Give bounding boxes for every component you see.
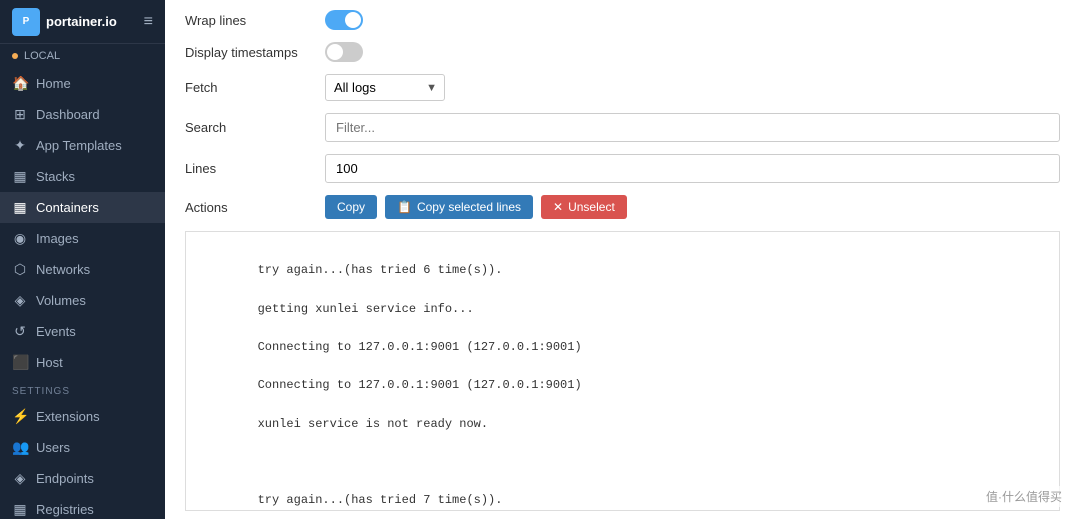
copy-selected-label: Copy selected lines <box>417 200 521 214</box>
fetch-control: All logs Last 100 Last 500 ▼ <box>325 74 1060 101</box>
log-line-2: getting xunlei service info... <box>258 302 474 316</box>
sidebar-item-registries-label: Registries <box>36 502 94 517</box>
wrap-lines-label: Wrap lines <box>185 13 325 28</box>
log-content: try again...(has tried 6 time(s)). getti… <box>186 232 1059 511</box>
wrap-lines-control <box>325 10 1060 30</box>
actions-group: Copy 📋 Copy selected lines ✕ Unselect <box>325 195 1060 219</box>
unselect-button[interactable]: ✕ Unselect <box>541 195 627 219</box>
users-icon: 👥 <box>12 439 28 456</box>
watermark: 值·什么值得买 <box>980 486 1068 507</box>
extensions-icon: ⚡ <box>12 408 28 425</box>
log-container[interactable]: try again...(has tried 6 time(s)). getti… <box>185 231 1060 511</box>
display-timestamps-control <box>325 42 1060 62</box>
search-row: Search <box>185 113 1060 142</box>
sidebar-item-app-templates-label: App Templates <box>36 138 122 153</box>
copy-selected-button[interactable]: 📋 Copy selected lines <box>385 195 533 219</box>
sidebar-item-images[interactable]: ◉ Images <box>0 223 165 254</box>
actions-control: Copy 📋 Copy selected lines ✕ Unselect <box>325 195 1060 219</box>
display-timestamps-label: Display timestamps <box>185 45 325 60</box>
display-timestamps-row: Display timestamps <box>185 42 1060 62</box>
local-dot <box>12 53 18 59</box>
lines-row: Lines <box>185 154 1060 183</box>
copy-button[interactable]: Copy <box>325 195 377 219</box>
sidebar-item-home-label: Home <box>36 76 71 91</box>
sidebar-logo: P portainer.io ≡ <box>0 0 165 44</box>
sidebar-item-stacks[interactable]: ▦ Stacks <box>0 161 165 192</box>
fetch-select-wrapper: All logs Last 100 Last 500 ▼ <box>325 74 445 101</box>
fetch-select[interactable]: All logs Last 100 Last 500 <box>325 74 445 101</box>
log-line-3: Connecting to 127.0.0.1:9001 (127.0.0.1:… <box>258 340 582 354</box>
fetch-row: Fetch All logs Last 100 Last 500 ▼ <box>185 74 1060 101</box>
sidebar-item-users[interactable]: 👥 Users <box>0 432 165 463</box>
local-label: LOCAL <box>24 50 60 62</box>
sidebar-item-volumes[interactable]: ◈ Volumes <box>0 285 165 316</box>
log-line-4: Connecting to 127.0.0.1:9001 (127.0.0.1:… <box>258 378 582 392</box>
sidebar-item-host[interactable]: ⬛ Host <box>0 347 165 378</box>
wrap-lines-toggle[interactable] <box>325 10 363 30</box>
images-icon: ◉ <box>12 230 28 247</box>
sidebar-item-home[interactable]: 🏠 Home <box>0 68 165 99</box>
sidebar-item-containers-label: Containers <box>36 200 99 215</box>
stacks-icon: ▦ <box>12 168 28 185</box>
sidebar-item-dashboard-label: Dashboard <box>36 107 100 122</box>
display-timestamps-toggle[interactable] <box>325 42 363 62</box>
content-area: Wrap lines Display timestamps Fetch All … <box>165 0 1080 519</box>
sidebar-item-stacks-label: Stacks <box>36 169 75 184</box>
app-templates-icon: ✦ <box>12 137 28 154</box>
containers-icon: ▦ <box>12 199 28 216</box>
sidebar-item-users-label: Users <box>36 440 70 455</box>
sidebar-item-volumes-label: Volumes <box>36 293 86 308</box>
unselect-icon: ✕ <box>553 200 563 214</box>
sidebar-item-containers[interactable]: ▦ Containers <box>0 192 165 223</box>
events-icon: ↺ <box>12 323 28 340</box>
wrap-lines-row: Wrap lines <box>185 10 1060 30</box>
sidebar-item-endpoints[interactable]: ◈ Endpoints <box>0 463 165 494</box>
search-control <box>325 113 1060 142</box>
volumes-icon: ◈ <box>12 292 28 309</box>
endpoints-icon: ◈ <box>12 470 28 487</box>
sidebar-item-networks-label: Networks <box>36 262 90 277</box>
copy-selected-icon: 📋 <box>397 200 412 214</box>
sidebar-item-app-templates[interactable]: ✦ App Templates <box>0 130 165 161</box>
home-icon: 🏠 <box>12 75 28 92</box>
sidebar-item-extensions-label: Extensions <box>36 409 100 424</box>
sidebar-item-extensions[interactable]: ⚡ Extensions <box>0 401 165 432</box>
local-section-header: LOCAL <box>0 44 165 68</box>
lines-input[interactable] <box>325 154 1060 183</box>
sidebar-logo-text: portainer.io <box>46 14 117 29</box>
unselect-label: Unselect <box>568 200 615 214</box>
sidebar-item-networks[interactable]: ⬡ Networks <box>0 254 165 285</box>
dashboard-icon: ⊞ <box>12 106 28 123</box>
log-line-1: try again...(has tried 6 time(s)). <box>258 263 503 277</box>
lines-label: Lines <box>185 161 325 176</box>
settings-section-label: SETTINGS <box>0 378 165 401</box>
log-line-7: try again...(has tried 7 time(s)). <box>258 493 503 507</box>
sidebar-item-registries[interactable]: ▦ Registries <box>0 494 165 519</box>
sidebar-nav-toggle[interactable]: ≡ <box>144 13 153 31</box>
search-label: Search <box>185 120 325 135</box>
actions-label: Actions <box>185 200 325 215</box>
sidebar-item-events-label: Events <box>36 324 76 339</box>
sidebar-item-images-label: Images <box>36 231 79 246</box>
networks-icon: ⬡ <box>12 261 28 278</box>
fetch-label: Fetch <box>185 80 325 95</box>
search-input[interactable] <box>325 113 1060 142</box>
main-content: Wrap lines Display timestamps Fetch All … <box>165 0 1080 519</box>
sidebar-item-dashboard[interactable]: ⊞ Dashboard <box>0 99 165 130</box>
sidebar-item-host-label: Host <box>36 355 63 370</box>
sidebar: P portainer.io ≡ LOCAL 🏠 Home ⊞ Dashboar… <box>0 0 165 519</box>
registries-icon: ▦ <box>12 501 28 518</box>
actions-row: Actions Copy 📋 Copy selected lines ✕ Uns… <box>185 195 1060 219</box>
sidebar-item-endpoints-label: Endpoints <box>36 471 94 486</box>
sidebar-item-events[interactable]: ↺ Events <box>0 316 165 347</box>
lines-control <box>325 154 1060 183</box>
portainer-logo-icon: P <box>12 8 40 36</box>
log-line-5: xunlei service is not ready now. <box>258 417 488 431</box>
host-icon: ⬛ <box>12 354 28 371</box>
